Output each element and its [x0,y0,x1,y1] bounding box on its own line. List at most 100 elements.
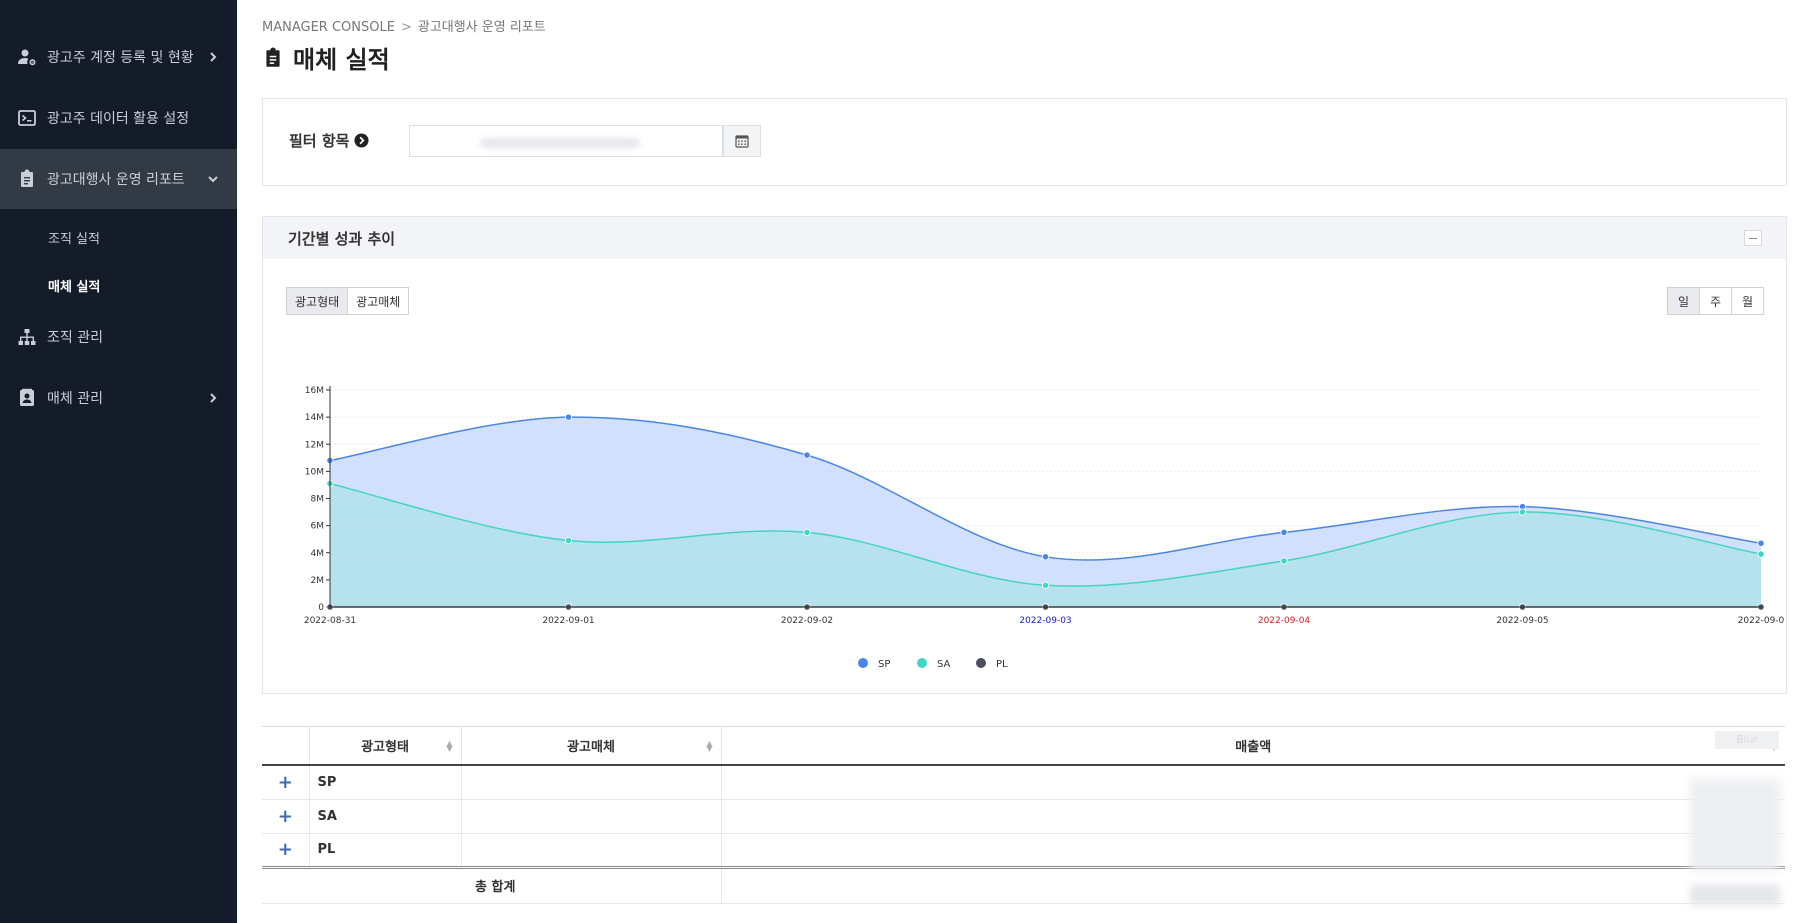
ad-media-button[interactable]: 광고매체 [347,287,410,315]
sidebar-item-label: 매체 관리 [47,391,103,407]
sidebar-item-org-management[interactable]: 조직 관리 [0,307,237,367]
y-tick-label: 16M [305,386,324,396]
clipboard-icon [17,169,37,189]
legend-label-sp: SP [878,659,890,670]
table-row: + PL [262,833,1785,868]
data-point-sp [564,413,573,421]
cell-ad-type: SP [309,765,462,800]
terminal-icon [17,108,37,128]
results-table: 광고형태▲▼ 광고매체▲▼ 매출액▼ + SP + SA + PL [262,726,1785,905]
legend-label-sa: SA [937,659,951,670]
calendar-button[interactable] [723,125,761,157]
expand-row-button[interactable]: + [262,833,310,868]
period-month-button[interactable]: 월 [1731,287,1764,315]
breadcrumb-root[interactable]: MANAGER CONSOLE [262,20,395,35]
total-revenue [721,865,1785,904]
chevron-right-icon [207,392,219,404]
contact-card-icon [17,388,37,408]
arrow-circle-right-icon[interactable] [354,133,369,148]
sidebar-item-label: 조직 관리 [47,330,103,346]
table-row: + SP [262,765,1785,800]
breadcrumb-current: 광고대행사 운영 리포트 [417,20,546,35]
data-point-sa [1041,581,1050,589]
filter-label: 필터 항목 [289,130,369,151]
sidebar-item-data-settings[interactable]: 광고주 데이터 활용 설정 [0,88,237,148]
sidebar-item-label: 광고주 데이터 활용 설정 [47,111,190,127]
filter-panel: 필터 항목 [262,98,1787,186]
period-week-button[interactable]: 주 [1699,287,1732,315]
y-tick-label: 8M [311,495,325,505]
sub-item-media-performance[interactable]: 매체 실적 [48,276,100,295]
expand-row-button[interactable]: + [262,765,310,800]
data-point-sa [1757,550,1765,558]
y-tick-label: 12M [305,440,324,450]
legend-label-pl: PL [996,659,1008,670]
y-tick-label: 4M [311,549,325,559]
x-tick-label: 2022-09-04 [1258,616,1311,626]
sidebar: 광고주 계정 등록 및 현황 광고주 데이터 활용 설정 광고대행사 운영 리포… [0,0,237,923]
page-title: 매체 실적 [262,40,390,75]
chevron-down-icon [207,173,219,185]
x-tick-label: 2022-09-0 [1738,616,1785,626]
date-range-input[interactable] [409,125,723,157]
chart-panel: 기간별 성과 추이 0 2M 4M 6M 8M 10M 12M 14M 16M 2022-08-3… [262,216,1787,694]
data-point-sp [1041,553,1050,561]
cell-ad-media [461,833,722,868]
breadcrumb-separator: > [400,20,412,35]
ad-type-button[interactable]: 광고형태 [286,287,349,315]
y-tick-label: 6M [311,522,325,532]
total-label: 총 합계 [262,865,722,904]
total-revenue-blurred [1690,885,1780,905]
legend-marker-sp [858,658,868,668]
sub-item-org-performance[interactable]: 조직 실적 [48,228,100,247]
cell-revenue [721,799,1785,834]
legend-marker-sa [917,658,927,668]
org-chart-icon [17,327,37,347]
table-header-ad-media[interactable]: 광고매체 ▲ ▼ [461,727,722,766]
cell-ad-type: PL [309,833,462,868]
data-point-sp [1280,528,1288,537]
data-point-sp [803,451,811,459]
y-tick-label: 2M [311,576,325,586]
cell-ad-media [461,799,722,834]
cell-revenue [721,833,1785,868]
chevron-right-icon [207,51,219,63]
period-day-button[interactable]: 일 [1667,287,1700,315]
sidebar-item-label: 광고주 계정 등록 및 현황 [47,50,194,66]
revenue-blurred [1690,779,1780,871]
table-header-expand [262,727,310,766]
x-tick-label: 2022-09-02 [781,616,833,626]
x-tick-label: 2022-08-31 [304,616,356,626]
data-point-sa [1280,557,1288,565]
performance-area-chart: 0 2M 4M 6M 8M 10M 12M 14M 16M 2022-08-31 2022-09-0… [304,386,1785,670]
expand-row-button[interactable]: + [262,799,310,834]
blur-tag: Blur [1715,731,1779,749]
clipboard-icon [266,47,280,67]
cell-ad-type: SA [309,799,462,834]
table-header-ad-type[interactable]: 광고형태 ▲ ▼ [309,727,462,766]
y-tick-label: 10M [305,467,324,477]
legend-marker-pl [976,658,986,668]
table-total-row: 총 합계 [262,865,1785,904]
y-tick-label: 0 [318,603,324,613]
sidebar-item-advertiser-accounts[interactable]: 광고주 계정 등록 및 현황 [0,27,237,87]
table-row: + SA [262,799,1785,834]
sidebar-item-media-management[interactable]: 매체 관리 [0,368,237,428]
y-tick-label: 14M [305,413,324,423]
breadcrumb: MANAGER CONSOLE > 광고대행사 운영 리포트 [262,16,546,35]
x-tick-label: 2022-09-03 [1019,616,1071,626]
sidebar-item-agency-report[interactable]: 광고대행사 운영 리포트 [0,149,237,209]
cell-ad-media [461,765,722,800]
data-point-sa [1518,508,1527,516]
calendar-icon [735,135,749,148]
cell-revenue [721,765,1785,800]
chart-dimension-toggle: 광고형태 광고매체 [286,287,410,315]
data-point-sa [803,528,811,537]
chart-period-toggle: 일 주 월 [1667,287,1764,315]
date-range-value-blurred [480,138,640,148]
filter-label-text: 필터 항목 [289,132,350,150]
data-point-sa [564,536,573,545]
data-point-sp [1757,539,1765,547]
table-header-revenue[interactable]: 매출액▼ [721,727,1785,766]
sidebar-item-label: 광고대행사 운영 리포트 [47,172,185,188]
